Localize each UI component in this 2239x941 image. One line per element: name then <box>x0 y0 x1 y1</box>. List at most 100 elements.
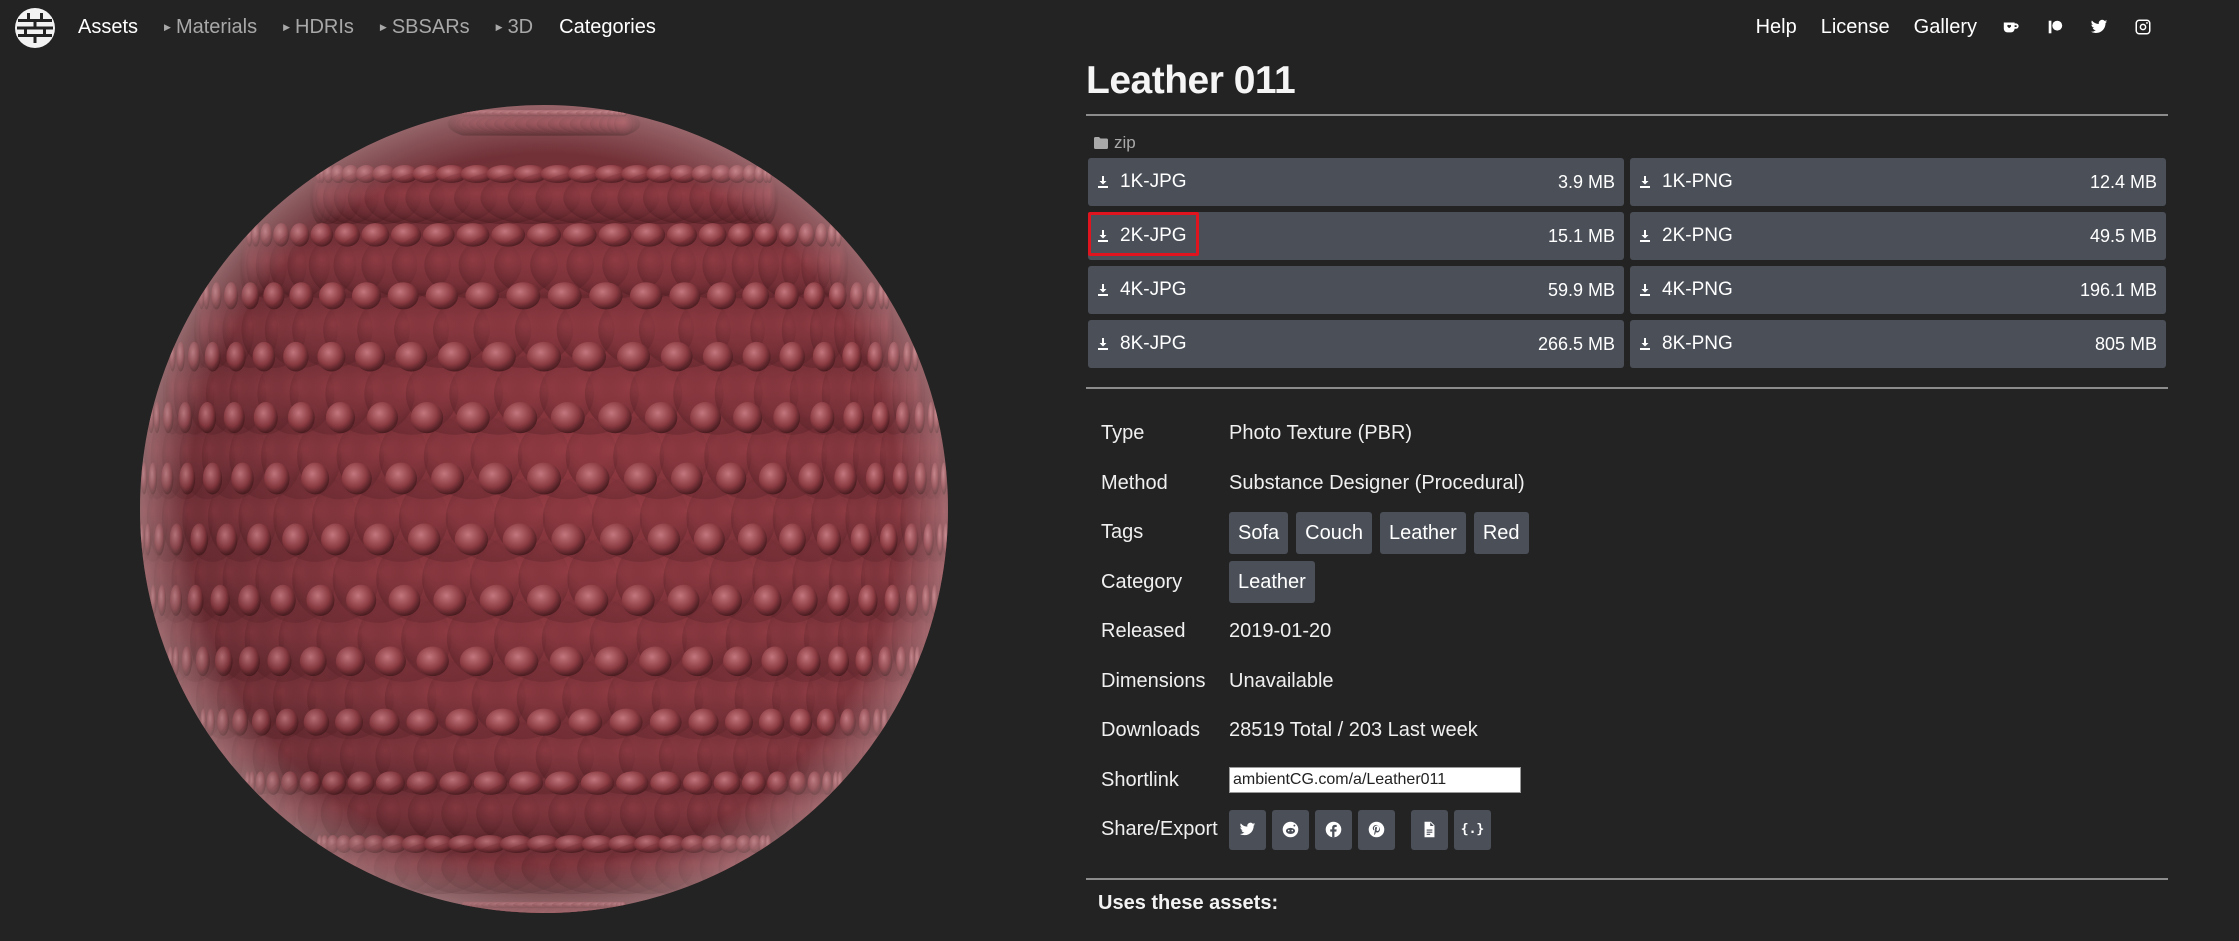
asset-info-table: Type Photo Texture (PBR) Method Substanc… <box>1086 409 2168 855</box>
shortlink-input[interactable] <box>1229 767 1521 794</box>
download-label: 4K-PNG <box>1662 279 1733 300</box>
download-2k-jpg-button[interactable]: 2K-JPG 15.1 MB <box>1088 212 1624 260</box>
folder-icon <box>1094 137 1108 149</box>
download-icon <box>1096 337 1110 351</box>
info-key: Downloads <box>1101 719 1200 742</box>
info-key: Type <box>1101 422 1145 445</box>
info-value: Unavailable <box>1229 669 1334 692</box>
download-8k-png-button[interactable]: 8K-PNG 805 MB <box>1630 320 2166 368</box>
download-grid: 1K-JPG 3.9 MB 1K-PNG 12.4 MB 2K-JPG 15.1… <box>1086 158 2168 368</box>
info-row-released: Released 2019-01-20 <box>1101 607 2168 657</box>
divider <box>1086 114 2168 116</box>
nav-gallery-link[interactable]: Gallery <box>1914 16 1977 39</box>
info-row-type: Type Photo Texture (PBR) <box>1101 409 2168 459</box>
caret-right-icon: ▶ <box>495 21 503 32</box>
download-icon <box>1096 229 1110 243</box>
pinterest-icon <box>1368 821 1385 838</box>
caret-right-icon: ▶ <box>379 21 387 32</box>
share-pinterest-button[interactable] <box>1358 809 1395 850</box>
nav-hdris-label: HDRIs <box>295 15 354 38</box>
download-icon <box>1638 175 1652 189</box>
download-1k-png-button[interactable]: 1K-PNG 12.4 MB <box>1630 158 2166 206</box>
download-size: 15.1 MB <box>1547 225 1615 246</box>
info-row-category: Category Leather <box>1101 558 2168 608</box>
nav-license-link[interactable]: License <box>1821 16 1890 39</box>
download-label: 8K-JPG <box>1120 333 1187 354</box>
download-1k-jpg-button[interactable]: 1K-JPG 3.9 MB <box>1088 158 1624 206</box>
nav-sbsars-link[interactable]: ▶ SBSARs <box>380 16 470 39</box>
kofi-icon[interactable] <box>2001 17 2021 37</box>
info-row-method: Method Substance Designer (Procedural) <box>1101 459 2168 509</box>
leather-pillow <box>240 779 255 847</box>
info-row-downloads: Downloads 28519 Total / 203 Last week <box>1101 706 2168 756</box>
download-4k-png-button[interactable]: 4K-PNG 196.1 MB <box>1630 266 2166 314</box>
download-8k-jpg-button[interactable]: 8K-JPG 266.5 MB <box>1088 320 1624 368</box>
leather-pillow <box>833 779 848 847</box>
instagram-icon[interactable] <box>2133 17 2153 37</box>
download-label: 1K-PNG <box>1662 171 1733 192</box>
tag-couch[interactable]: Couch <box>1296 511 1372 554</box>
twitter-icon[interactable] <box>2089 17 2109 37</box>
ambientcg-logo-icon[interactable] <box>15 8 55 48</box>
info-value: 28519 Total / 203 Last week <box>1229 719 1478 742</box>
tag-leather[interactable]: Leather <box>1379 511 1466 554</box>
caret-right-icon: ▶ <box>164 21 171 32</box>
download-4k-jpg-button[interactable]: 4K-JPG 59.9 MB <box>1088 266 1624 314</box>
info-key: Method <box>1101 471 1168 494</box>
material-preview-image <box>140 105 948 913</box>
nav-3d-label: 3D <box>507 15 534 38</box>
category-list: Leather <box>1229 561 1323 604</box>
export-json-button[interactable]: {.} <box>1454 809 1491 850</box>
download-2k-png-button[interactable]: 2K-PNG 49.5 MB <box>1630 212 2166 260</box>
info-value: Substance Designer (Procedural) <box>1229 471 1525 494</box>
nav-help-link[interactable]: Help <box>1756 16 1797 39</box>
download-label: 2K-JPG <box>1120 225 1187 246</box>
info-row-tags: Tags Sofa Couch Leather Red <box>1101 508 2168 558</box>
share-twitter-button[interactable] <box>1229 809 1266 850</box>
download-icon <box>1096 283 1110 297</box>
info-row-shortlink: Shortlink <box>1101 756 2168 806</box>
share-reddit-button[interactable] <box>1272 809 1309 850</box>
zip-heading: zip <box>1086 132 2168 154</box>
asset-details-panel: Leather 011 zip 1K-JPG 3.9 MB 1K-PNG 12.… <box>1086 54 2168 915</box>
info-key: Released <box>1101 620 1186 643</box>
divider <box>1086 387 2168 389</box>
download-size: 196.1 MB <box>2079 279 2157 300</box>
nav-materials-link[interactable]: ▶ Materials <box>164 16 257 39</box>
info-key: Share/Export <box>1101 818 1218 841</box>
download-size: 59.9 MB <box>1547 279 1615 300</box>
patreon-icon[interactable] <box>2045 17 2065 37</box>
material-preview-sphere <box>140 105 948 913</box>
nav-assets-link[interactable]: Assets <box>78 16 138 39</box>
facebook-icon <box>1325 821 1342 838</box>
zip-label: zip <box>1114 133 1136 152</box>
nav-3d-link[interactable]: ▶ 3D <box>496 16 534 39</box>
tag-sofa[interactable]: Sofa <box>1229 511 1289 554</box>
download-icon <box>1638 283 1652 297</box>
info-key: Tags <box>1101 521 1144 544</box>
category-leather[interactable]: Leather <box>1229 561 1315 604</box>
download-icon <box>1096 175 1110 189</box>
share-facebook-button[interactable] <box>1315 809 1352 850</box>
download-size: 12.4 MB <box>2089 171 2157 192</box>
export-file-button[interactable] <box>1411 809 1448 850</box>
divider <box>1086 877 2168 880</box>
download-size: 49.5 MB <box>2089 225 2157 246</box>
download-label: 8K-PNG <box>1662 333 1733 354</box>
caret-right-icon: ▶ <box>283 21 291 32</box>
download-label: 1K-JPG <box>1120 171 1187 192</box>
info-value: 2019-01-20 <box>1229 620 1332 643</box>
share-buttons: {.} <box>1229 809 1497 850</box>
tag-red[interactable]: Red <box>1473 511 1529 554</box>
info-value <box>1229 767 1521 794</box>
info-key: Category <box>1101 570 1183 593</box>
reddit-icon <box>1282 821 1299 838</box>
file-icon <box>1424 821 1435 838</box>
download-label: 4K-JPG <box>1120 279 1187 300</box>
download-size: 805 MB <box>2094 333 2157 354</box>
nav-categories-link[interactable]: Categories <box>559 16 656 39</box>
download-icon <box>1638 337 1652 351</box>
nav-hdris-link[interactable]: ▶ HDRIs <box>283 16 354 39</box>
nav-materials-label: Materials <box>175 15 258 38</box>
download-size: 266.5 MB <box>1537 333 1615 354</box>
